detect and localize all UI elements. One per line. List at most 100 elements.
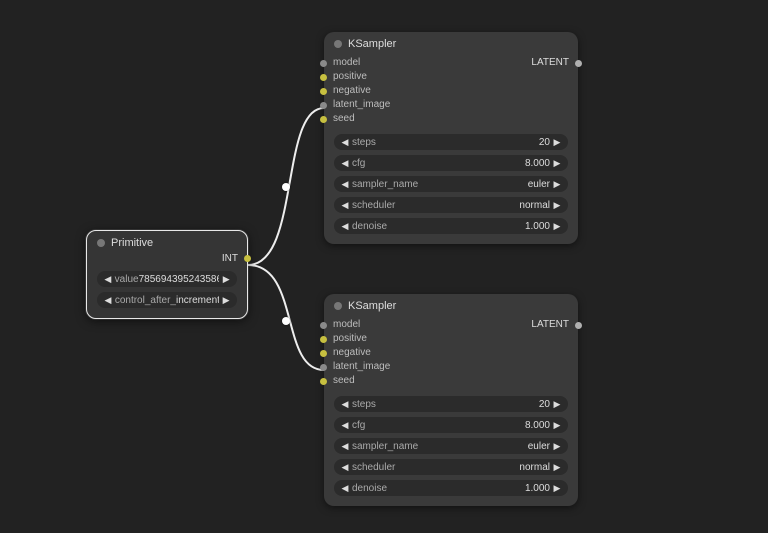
ks2-widget-cfg[interactable]: ◀cfg 8.000▶ bbox=[334, 417, 568, 433]
chevron-right-icon[interactable]: ▶ bbox=[221, 274, 231, 285]
port-label: seed bbox=[333, 112, 355, 126]
ks1-widget-steps[interactable]: ◀steps 20▶ bbox=[334, 134, 568, 150]
widget-value-text: 20 bbox=[539, 399, 550, 410]
node-header[interactable]: KSampler bbox=[324, 294, 578, 316]
port-label: latent_image bbox=[333, 98, 390, 112]
chevron-right-icon[interactable]: ▶ bbox=[552, 179, 562, 190]
node-title: KSampler bbox=[348, 38, 396, 50]
ks2-widget-scheduler[interactable]: ◀scheduler normal▶ bbox=[334, 459, 568, 475]
chevron-left-icon[interactable]: ◀ bbox=[340, 158, 350, 169]
ks1-widget-denoise[interactable]: ◀denoise1.000▶ bbox=[334, 218, 568, 234]
input-port-model[interactable] bbox=[320, 60, 327, 67]
widget-label: denoise bbox=[352, 483, 387, 494]
ks1-widget-sampler_name[interactable]: ◀sampler_name euler▶ bbox=[334, 176, 568, 192]
widget-label: steps bbox=[352, 399, 376, 410]
chevron-left-icon[interactable]: ◀ bbox=[340, 483, 350, 494]
node-title: KSampler bbox=[348, 300, 396, 312]
input-port-latent-image[interactable] bbox=[320, 364, 327, 371]
input-port-positive[interactable] bbox=[320, 74, 327, 81]
port-label: seed bbox=[333, 374, 355, 388]
ksampler1-widgets: ◀steps20▶◀cfg8.000▶◀sampler_nameeuler▶◀s… bbox=[324, 130, 578, 244]
chevron-right-icon[interactable]: ▶ bbox=[552, 158, 562, 169]
node-title: Primitive bbox=[111, 237, 153, 249]
chevron-left-icon[interactable]: ◀ bbox=[340, 200, 350, 211]
widget-value-text: increment bbox=[176, 295, 219, 306]
input-port-seed[interactable] bbox=[320, 116, 327, 123]
chevron-right-icon[interactable]: ▶ bbox=[552, 420, 562, 431]
widget-value[interactable]: ◀ value 785694395243586 ▶ bbox=[97, 271, 237, 287]
ks2-widget-denoise[interactable]: ◀denoise 1.000▶ bbox=[334, 480, 568, 496]
node-header[interactable]: KSampler bbox=[324, 32, 578, 54]
node-ksampler-2[interactable]: KSampler model LATENT positive negative bbox=[324, 294, 578, 506]
collapse-dot-icon[interactable] bbox=[97, 239, 105, 247]
collapse-dot-icon[interactable] bbox=[334, 40, 342, 48]
output-port-latent[interactable] bbox=[575, 60, 582, 67]
port-label: latent_image bbox=[333, 360, 390, 374]
widget-label: scheduler bbox=[352, 200, 395, 211]
widget-label: cfg bbox=[352, 420, 365, 431]
widget-label: control_after_ bbox=[115, 295, 176, 306]
chevron-left-icon[interactable]: ◀ bbox=[340, 221, 350, 232]
widget-value-text: 20 bbox=[539, 137, 550, 148]
chevron-left-icon[interactable]: ◀ bbox=[103, 295, 113, 306]
widget-value-text: euler bbox=[528, 179, 550, 190]
node-ksampler-1[interactable]: KSampler model LATENT positive negative bbox=[324, 32, 578, 244]
output-port-int[interactable] bbox=[244, 255, 251, 262]
ksampler2-widgets: ◀steps20▶◀cfg8.000▶◀sampler_nameeuler▶◀s… bbox=[324, 392, 578, 506]
output-port-label: LATENT bbox=[531, 56, 569, 70]
chevron-left-icon[interactable]: ◀ bbox=[103, 274, 113, 285]
input-port-positive[interactable] bbox=[320, 336, 327, 343]
widget-label: steps bbox=[352, 137, 376, 148]
chevron-left-icon[interactable]: ◀ bbox=[340, 399, 350, 410]
port-label: negative bbox=[333, 84, 371, 98]
chevron-left-icon[interactable]: ◀ bbox=[340, 441, 350, 452]
chevron-right-icon[interactable]: ▶ bbox=[552, 221, 562, 232]
chevron-right-icon[interactable]: ▶ bbox=[221, 295, 231, 306]
input-port-negative[interactable] bbox=[320, 350, 327, 357]
port-label: model bbox=[333, 56, 360, 70]
chevron-right-icon[interactable]: ▶ bbox=[552, 483, 562, 494]
chevron-left-icon[interactable]: ◀ bbox=[340, 137, 350, 148]
node-editor-canvas[interactable]: Primitive INT ◀ value 785694395243586 ▶ … bbox=[0, 0, 768, 533]
widget-value-text: 1.000 bbox=[525, 483, 550, 494]
output-port-label: LATENT bbox=[531, 318, 569, 332]
input-port-seed[interactable] bbox=[320, 378, 327, 385]
widget-value-text: euler bbox=[528, 441, 550, 452]
widget-control-after[interactable]: ◀ control_after_ increment ▶ bbox=[97, 292, 237, 308]
widget-value-text: normal bbox=[519, 200, 550, 211]
port-label: positive bbox=[333, 332, 367, 346]
collapse-dot-icon[interactable] bbox=[334, 302, 342, 310]
ks1-widget-scheduler[interactable]: ◀scheduler normal▶ bbox=[334, 197, 568, 213]
input-port-model[interactable] bbox=[320, 322, 327, 329]
widget-label: denoise bbox=[352, 221, 387, 232]
chevron-right-icon[interactable]: ▶ bbox=[552, 137, 562, 148]
input-port-latent-image[interactable] bbox=[320, 102, 327, 109]
widget-label: sampler_name bbox=[352, 441, 418, 452]
output-port-label: INT bbox=[222, 253, 238, 264]
chevron-left-icon[interactable]: ◀ bbox=[340, 462, 350, 473]
port-label: positive bbox=[333, 70, 367, 84]
input-port-negative[interactable] bbox=[320, 88, 327, 95]
node-header[interactable]: Primitive bbox=[87, 231, 247, 253]
port-label: negative bbox=[333, 346, 371, 360]
widget-value-text: normal bbox=[519, 462, 550, 473]
chevron-left-icon[interactable]: ◀ bbox=[340, 179, 350, 190]
ks2-widget-steps[interactable]: ◀steps 20▶ bbox=[334, 396, 568, 412]
chevron-left-icon[interactable]: ◀ bbox=[340, 420, 350, 431]
widget-value-text: 8.000 bbox=[525, 158, 550, 169]
node-primitive[interactable]: Primitive INT ◀ value 785694395243586 ▶ … bbox=[86, 230, 248, 319]
widget-label: scheduler bbox=[352, 462, 395, 473]
port-label: model bbox=[333, 318, 360, 332]
widget-label: value bbox=[115, 274, 139, 285]
widget-label: sampler_name bbox=[352, 179, 418, 190]
chevron-right-icon[interactable]: ▶ bbox=[552, 441, 562, 452]
chevron-right-icon[interactable]: ▶ bbox=[552, 399, 562, 410]
chevron-right-icon[interactable]: ▶ bbox=[552, 200, 562, 211]
ks2-widget-sampler_name[interactable]: ◀sampler_name euler▶ bbox=[334, 438, 568, 454]
widget-value-text: 785694395243586 bbox=[139, 274, 220, 285]
widget-value-text: 8.000 bbox=[525, 420, 550, 431]
widget-label: cfg bbox=[352, 158, 365, 169]
chevron-right-icon[interactable]: ▶ bbox=[552, 462, 562, 473]
ks1-widget-cfg[interactable]: ◀cfg 8.000▶ bbox=[334, 155, 568, 171]
output-port-latent[interactable] bbox=[575, 322, 582, 329]
